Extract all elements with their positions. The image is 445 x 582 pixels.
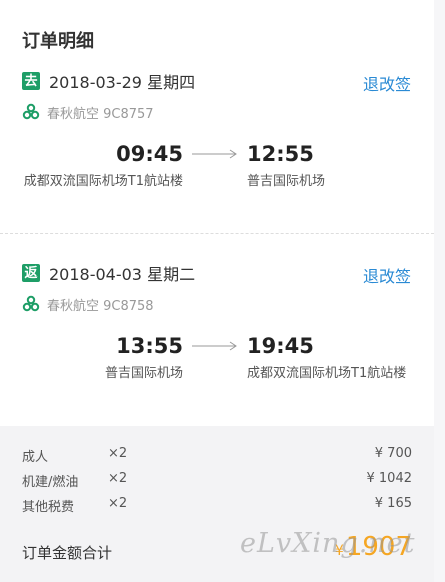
total-amount: ¥1907	[335, 532, 412, 562]
fee-name: 机建/燃油	[22, 475, 79, 490]
outbound-departure-time: 09:45	[116, 142, 183, 166]
return-arrival-time: 19:45	[247, 334, 314, 358]
outbound-arrival-time: 12:55	[247, 142, 314, 166]
return-departure-time: 13:55	[116, 334, 183, 358]
outbound-arrival-airport: 普吉国际机场	[247, 174, 326, 189]
page-title: 订单明细	[22, 31, 94, 52]
outbound-change-link[interactable]: 退改签	[363, 71, 411, 95]
order-detail-card: 订单明细 去 2018-03-29 星期四 退改签 春秋航空 9C8757 09…	[0, 0, 434, 582]
total-value: 1907	[345, 532, 412, 562]
return-arrival-airport: 成都双流国际机场T1航站楼	[247, 366, 407, 381]
outbound-date: 2018-03-29 星期四	[49, 73, 196, 92]
outbound-airline-row: 春秋航空 9C8757	[22, 102, 154, 122]
segment-divider	[0, 233, 434, 234]
return-date: 2018-04-03 星期二	[49, 265, 196, 284]
fee-price: ¥ 1042	[366, 471, 413, 486]
total-currency: ¥	[334, 543, 344, 559]
fee-quantity: ×2	[108, 496, 128, 511]
outbound-departure-airport: 成都双流国际机场T1航站楼	[23, 174, 183, 189]
return-departure-airport: 普吉国际机场	[104, 366, 183, 381]
outbound-airline: 春秋航空 9C8757	[47, 106, 154, 122]
fee-name: 其他税费	[22, 500, 75, 515]
flight-arrow-icon	[192, 149, 237, 159]
outbound-date-row: 去 2018-03-29 星期四	[22, 70, 195, 92]
spring-airlines-logo-icon	[22, 295, 40, 313]
fee-price: ¥ 700	[374, 446, 412, 461]
fee-name: 成人	[22, 450, 49, 465]
return-airline-row: 春秋航空 9C8758	[22, 294, 154, 314]
return-change-link[interactable]: 退改签	[363, 263, 411, 287]
fee-row-airport-fuel: 机建/燃油 ×2 ¥ 1042	[22, 471, 413, 490]
outbound-badge: 去	[22, 72, 40, 90]
total-label: 订单金额合计	[22, 544, 113, 562]
fee-row-other-taxes: 其他税费 ×2 ¥ 165	[22, 496, 412, 515]
return-date-row: 返 2018-04-03 星期二	[22, 262, 195, 284]
fee-row-adult: 成人 ×2 ¥ 700	[22, 446, 412, 465]
return-airline: 春秋航空 9C8758	[47, 298, 154, 314]
fee-price: ¥ 165	[374, 496, 412, 511]
fee-quantity: ×2	[108, 446, 128, 461]
fee-summary: 成人 ×2 ¥ 700 机建/燃油 ×2 ¥ 1042 其他税费 ×2 ¥ 16…	[0, 426, 434, 582]
return-badge: 返	[22, 264, 40, 282]
fee-quantity: ×2	[108, 471, 128, 486]
page-edge-strip	[434, 0, 445, 582]
spring-airlines-logo-icon	[22, 103, 40, 121]
flight-arrow-icon	[192, 341, 237, 351]
